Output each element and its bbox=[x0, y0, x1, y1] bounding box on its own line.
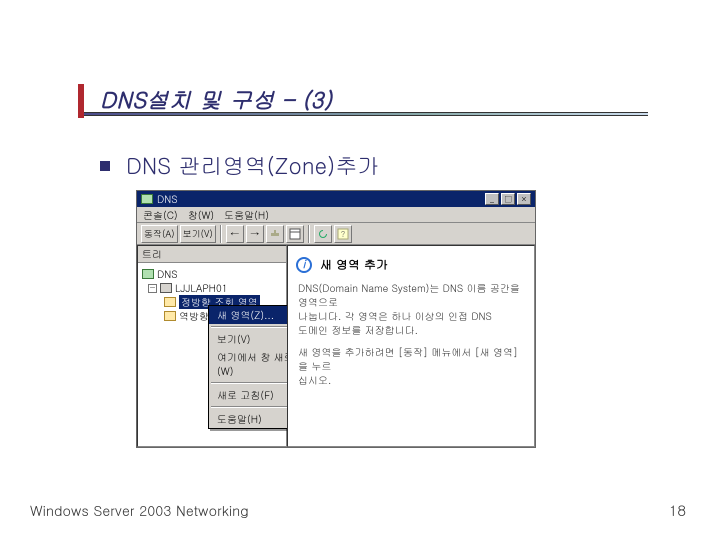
info-title: 새 영역 추가 bbox=[320, 256, 388, 273]
toolbar-refresh-icon[interactable] bbox=[314, 225, 332, 243]
toolbar-action[interactable]: 동작(A) bbox=[141, 225, 178, 243]
tree-header: 트리 bbox=[138, 246, 286, 263]
toolbar-sep bbox=[220, 225, 222, 243]
window-titlebar: DNS _ □ × bbox=[137, 191, 535, 207]
info-body: DNS(Domain Name System)는 DNS 이름 공간을 영역으로… bbox=[296, 281, 526, 387]
tree-root[interactable]: DNS bbox=[142, 267, 282, 281]
info-line: 도메인 정보를 저장합니다. bbox=[298, 323, 526, 337]
menu-view-label: 보기(V) bbox=[217, 332, 251, 346]
window-title: DNS bbox=[157, 192, 178, 206]
server-icon bbox=[160, 283, 172, 293]
window-controls: _ □ × bbox=[485, 193, 531, 205]
toolbar-forward-button[interactable]: → bbox=[246, 225, 264, 243]
menu-console[interactable]: 콘솔(C) bbox=[143, 208, 178, 222]
info-line: 십시오. bbox=[298, 373, 526, 387]
info-line: 나눕니다. 각 영역은 하나 이상의 인접 DNS bbox=[298, 309, 526, 323]
toolbar-props-icon[interactable] bbox=[286, 225, 304, 243]
bullet-square-icon bbox=[100, 161, 110, 171]
info-line: 새 영역을 추가하려면 [동작] 메뉴에서 [새 영역]을 누르 bbox=[298, 345, 526, 373]
detail-pane: i 새 영역 추가 DNS(Domain Name System)는 DNS 이… bbox=[287, 245, 535, 447]
dns-console-window: DNS _ □ × 콘솔(C) 창(W) 도움말(H) 동작(A) 보기(V) … bbox=[136, 190, 536, 448]
bullet-item: DNS 관리영역(Zone)추가 bbox=[100, 150, 379, 181]
slide-title: DNS설치 및 구성 – (3) bbox=[100, 84, 333, 115]
folder-icon bbox=[164, 311, 176, 321]
info-icon: i bbox=[296, 257, 312, 273]
close-button[interactable]: × bbox=[517, 193, 531, 205]
tree-pane: 트리 DNS − LJJLAPH01 정방향 조회 영역 역방향 조회 bbox=[137, 245, 287, 447]
tree-server[interactable]: − LJJLAPH01 bbox=[142, 281, 282, 295]
toolbar-back-button[interactable]: ← bbox=[226, 225, 244, 243]
title-accent bbox=[78, 84, 84, 118]
toolbar-view[interactable]: 보기(V) bbox=[180, 225, 216, 243]
menu-refresh-label: 새로 고침(F) bbox=[217, 388, 274, 402]
dns-icon bbox=[142, 269, 154, 279]
slide-footer: Windows Server 2003 Networking bbox=[30, 500, 249, 520]
tree-root-label: DNS bbox=[157, 267, 178, 281]
menu-help-label: 도움말(H) bbox=[217, 412, 262, 426]
page-number: 18 bbox=[669, 500, 686, 521]
svg-text:?: ? bbox=[341, 229, 345, 240]
menu-window[interactable]: 창(W) bbox=[188, 208, 214, 222]
collapse-icon[interactable]: − bbox=[148, 284, 157, 293]
menu-help[interactable]: 도움말(H) bbox=[224, 208, 269, 222]
dns-app-icon bbox=[141, 194, 153, 204]
toolbar-sep bbox=[308, 225, 310, 243]
maximize-button[interactable]: □ bbox=[501, 193, 515, 205]
toolbar: 동작(A) 보기(V) ← → ? bbox=[137, 223, 535, 245]
tree-server-label: LJJLAPH01 bbox=[175, 281, 227, 295]
folder-icon bbox=[164, 297, 176, 307]
minimize-button[interactable]: _ bbox=[485, 193, 499, 205]
tree-view[interactable]: DNS − LJJLAPH01 정방향 조회 영역 역방향 조회 영역 bbox=[138, 263, 286, 327]
menu-new-zone-label: 새 영역(Z)... bbox=[217, 308, 274, 322]
bullet-text: DNS 관리영역(Zone)추가 bbox=[126, 150, 379, 181]
info-line: DNS(Domain Name System)는 DNS 이름 공간을 영역으로 bbox=[298, 281, 526, 309]
toolbar-up-icon[interactable] bbox=[266, 225, 284, 243]
toolbar-help-icon[interactable]: ? bbox=[334, 225, 352, 243]
menu-bar: 콘솔(C) 창(W) 도움말(H) bbox=[137, 207, 535, 223]
